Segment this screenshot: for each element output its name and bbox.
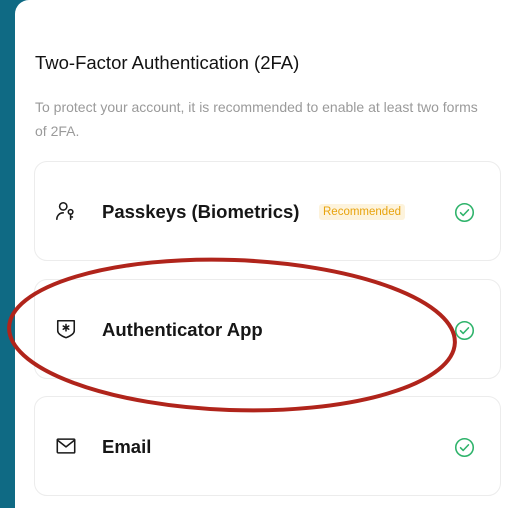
method-card-passkeys[interactable]: Passkeys (Biometrics) Recommended bbox=[34, 161, 501, 261]
settings-panel: Two-Factor Authentication (2FA) To prote… bbox=[15, 0, 520, 508]
envelope-icon bbox=[56, 438, 76, 454]
method-card-email[interactable]: Email bbox=[34, 396, 501, 496]
method-label: Authenticator App bbox=[102, 319, 263, 340]
check-circle-icon bbox=[454, 202, 475, 223]
page-description: To protect your account, it is recommend… bbox=[35, 99, 478, 139]
shield-asterisk-icon bbox=[56, 319, 76, 339]
user-key-icon bbox=[56, 201, 74, 221]
check-circle-icon bbox=[454, 437, 475, 458]
method-label: Passkeys (Biometrics) bbox=[102, 201, 300, 222]
method-card-authenticator[interactable]: Authenticator App bbox=[34, 279, 501, 379]
recommended-badge: Recommended bbox=[319, 204, 405, 220]
method-label: Email bbox=[102, 436, 152, 457]
page-title: Two-Factor Authentication (2FA) bbox=[35, 52, 300, 73]
check-circle-icon bbox=[454, 320, 475, 341]
